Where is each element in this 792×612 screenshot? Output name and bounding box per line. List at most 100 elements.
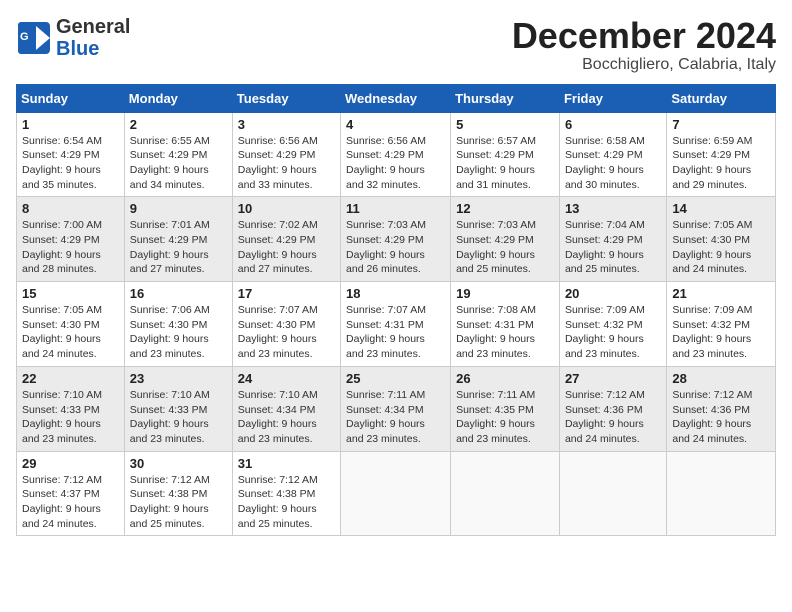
day-number: 30 [130, 456, 227, 471]
day-info: Sunrise: 7:11 AMSunset: 4:35 PMDaylight:… [456, 388, 554, 447]
calendar-cell: 19 Sunrise: 7:08 AMSunset: 4:31 PMDayligh… [451, 282, 560, 367]
day-info: Sunrise: 7:03 AMSunset: 4:29 PMDaylight:… [456, 218, 554, 277]
calendar-cell: 9 Sunrise: 7:01 AMSunset: 4:29 PMDaylight… [124, 197, 232, 282]
day-number: 3 [238, 117, 335, 132]
calendar-cell [341, 451, 451, 536]
calendar-cell: 3 Sunrise: 6:56 AMSunset: 4:29 PMDaylight… [232, 112, 340, 197]
day-number: 11 [346, 201, 445, 216]
day-info: Sunrise: 7:08 AMSunset: 4:31 PMDaylight:… [456, 303, 554, 362]
calendar-cell: 22Sunrise: 7:10 AMSunset: 4:33 PMDayligh… [17, 366, 125, 451]
calendar-cell: 1Sunrise: 6:54 AMSunset: 4:29 PMDaylight… [17, 112, 125, 197]
day-number: 13 [565, 201, 661, 216]
calendar-cell: 31 Sunrise: 7:12 AMSunset: 4:38 PMDayligh… [232, 451, 340, 536]
day-info: Sunrise: 7:12 AMSunset: 4:37 PMDaylight:… [22, 473, 119, 532]
calendar-cell: 15Sunrise: 7:05 AMSunset: 4:30 PMDayligh… [17, 282, 125, 367]
calendar-cell: 27 Sunrise: 7:12 AMSunset: 4:36 PMDayligh… [559, 366, 666, 451]
day-number: 17 [238, 286, 335, 301]
day-number: 16 [130, 286, 227, 301]
calendar-cell: 7 Sunrise: 6:59 AMSunset: 4:29 PMDaylight… [667, 112, 776, 197]
day-number: 23 [130, 371, 227, 386]
calendar-cell [559, 451, 666, 536]
calendar-cell [667, 451, 776, 536]
col-friday: Friday [559, 84, 666, 112]
day-info: Sunrise: 7:12 AMSunset: 4:38 PMDaylight:… [130, 473, 227, 532]
day-info: Sunrise: 6:56 AMSunset: 4:29 PMDaylight:… [346, 134, 445, 193]
calendar-row-3: 15Sunrise: 7:05 AMSunset: 4:30 PMDayligh… [17, 282, 776, 367]
day-number: 5 [456, 117, 554, 132]
svg-text:G: G [20, 31, 29, 43]
day-number: 27 [565, 371, 661, 386]
day-info: Sunrise: 6:54 AMSunset: 4:29 PMDaylight:… [22, 134, 119, 193]
day-number: 31 [238, 456, 335, 471]
calendar-cell: 21 Sunrise: 7:09 AMSunset: 4:32 PMDayligh… [667, 282, 776, 367]
calendar-cell: 17 Sunrise: 7:07 AMSunset: 4:30 PMDayligh… [232, 282, 340, 367]
day-number: 9 [130, 201, 227, 216]
header: G General Blue December 2024 Bocchiglier… [16, 16, 776, 74]
day-number: 21 [672, 286, 770, 301]
month-title: December 2024 [512, 16, 776, 56]
day-info: Sunrise: 6:59 AMSunset: 4:29 PMDaylight:… [672, 134, 770, 193]
calendar-cell [451, 451, 560, 536]
day-number: 6 [565, 117, 661, 132]
day-info: Sunrise: 6:55 AMSunset: 4:29 PMDaylight:… [130, 134, 227, 193]
calendar-cell: 5Sunrise: 6:57 AMSunset: 4:29 PMDaylight… [451, 112, 560, 197]
day-info: Sunrise: 7:04 AMSunset: 4:29 PMDaylight:… [565, 218, 661, 277]
day-info: Sunrise: 7:01 AMSunset: 4:29 PMDaylight:… [130, 218, 227, 277]
calendar-cell: 29Sunrise: 7:12 AMSunset: 4:37 PMDayligh… [17, 451, 125, 536]
calendar-cell: 24Sunrise: 7:10 AMSunset: 4:34 PMDayligh… [232, 366, 340, 451]
day-info: Sunrise: 7:07 AMSunset: 4:31 PMDaylight:… [346, 303, 445, 362]
logo-blue: Blue [56, 38, 99, 60]
calendar-cell: 12Sunrise: 7:03 AMSunset: 4:29 PMDayligh… [451, 197, 560, 282]
day-number: 20 [565, 286, 661, 301]
location-title: Bocchigliero, Calabria, Italy [512, 56, 776, 74]
col-saturday: Saturday [667, 84, 776, 112]
logo-icon: G [16, 20, 52, 56]
day-info: Sunrise: 7:10 AMSunset: 4:33 PMDaylight:… [130, 388, 227, 447]
calendar-cell: 2 Sunrise: 6:55 AMSunset: 4:29 PMDaylight… [124, 112, 232, 197]
day-info: Sunrise: 7:06 AMSunset: 4:30 PMDaylight:… [130, 303, 227, 362]
calendar-cell: 6Sunrise: 6:58 AMSunset: 4:29 PMDaylight… [559, 112, 666, 197]
calendar-row-2: 8 Sunrise: 7:00 AMSunset: 4:29 PMDaylight… [17, 197, 776, 282]
day-number: 24 [238, 371, 335, 386]
calendar-cell: 13 Sunrise: 7:04 AMSunset: 4:29 PMDayligh… [559, 197, 666, 282]
day-number: 8 [22, 201, 119, 216]
day-number: 10 [238, 201, 335, 216]
calendar-header-row: Sunday Monday Tuesday Wednesday Thursday… [17, 84, 776, 112]
logo-general: General [56, 16, 130, 38]
day-number: 7 [672, 117, 770, 132]
day-info: Sunrise: 7:02 AMSunset: 4:29 PMDaylight:… [238, 218, 335, 277]
col-thursday: Thursday [451, 84, 560, 112]
col-wednesday: Wednesday [341, 84, 451, 112]
day-number: 28 [672, 371, 770, 386]
calendar-cell: 11Sunrise: 7:03 AMSunset: 4:29 PMDayligh… [341, 197, 451, 282]
day-info: Sunrise: 7:00 AMSunset: 4:29 PMDaylight:… [22, 218, 119, 277]
day-info: Sunrise: 7:11 AMSunset: 4:34 PMDaylight:… [346, 388, 445, 447]
calendar-cell: 26Sunrise: 7:11 AMSunset: 4:35 PMDayligh… [451, 366, 560, 451]
day-info: Sunrise: 7:12 AMSunset: 4:36 PMDaylight:… [672, 388, 770, 447]
day-info: Sunrise: 6:56 AMSunset: 4:29 PMDaylight:… [238, 134, 335, 193]
calendar-cell: 30 Sunrise: 7:12 AMSunset: 4:38 PMDayligh… [124, 451, 232, 536]
day-info: Sunrise: 7:05 AMSunset: 4:30 PMDaylight:… [672, 218, 770, 277]
day-number: 19 [456, 286, 554, 301]
calendar-cell: 16 Sunrise: 7:06 AMSunset: 4:30 PMDayligh… [124, 282, 232, 367]
day-info: Sunrise: 7:12 AMSunset: 4:38 PMDaylight:… [238, 473, 335, 532]
day-info: Sunrise: 7:09 AMSunset: 4:32 PMDaylight:… [672, 303, 770, 362]
calendar-cell: 20 Sunrise: 7:09 AMSunset: 4:32 PMDayligh… [559, 282, 666, 367]
day-info: Sunrise: 7:12 AMSunset: 4:36 PMDaylight:… [565, 388, 661, 447]
day-number: 15 [22, 286, 119, 301]
calendar-cell: 10 Sunrise: 7:02 AMSunset: 4:29 PMDayligh… [232, 197, 340, 282]
logo: G General Blue [16, 16, 130, 60]
calendar-cell: 28 Sunrise: 7:12 AMSunset: 4:36 PMDayligh… [667, 366, 776, 451]
calendar-row-5: 29Sunrise: 7:12 AMSunset: 4:37 PMDayligh… [17, 451, 776, 536]
calendar-cell: 18 Sunrise: 7:07 AMSunset: 4:31 PMDayligh… [341, 282, 451, 367]
calendar-cell: 4Sunrise: 6:56 AMSunset: 4:29 PMDaylight… [341, 112, 451, 197]
day-info: Sunrise: 7:09 AMSunset: 4:32 PMDaylight:… [565, 303, 661, 362]
calendar-cell: 25Sunrise: 7:11 AMSunset: 4:34 PMDayligh… [341, 366, 451, 451]
col-sunday: Sunday [17, 84, 125, 112]
col-monday: Monday [124, 84, 232, 112]
day-number: 18 [346, 286, 445, 301]
calendar-cell: 14Sunrise: 7:05 AMSunset: 4:30 PMDayligh… [667, 197, 776, 282]
day-number: 2 [130, 117, 227, 132]
day-number: 22 [22, 371, 119, 386]
day-info: Sunrise: 7:07 AMSunset: 4:30 PMDaylight:… [238, 303, 335, 362]
